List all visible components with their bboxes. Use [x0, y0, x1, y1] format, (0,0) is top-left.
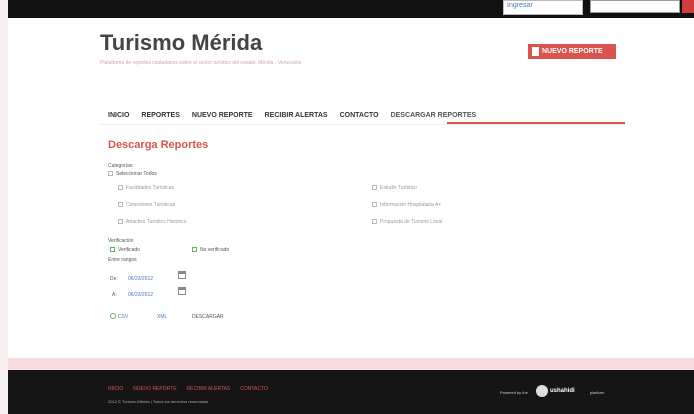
powered-by-label: Powered by the [500, 390, 528, 395]
nav-item-inicio[interactable]: INICIO [108, 110, 129, 121]
footer-link-inicio[interactable]: INICIO [108, 386, 123, 392]
csv-radio[interactable] [110, 313, 116, 319]
nav-item-recibir-alertas[interactable]: RECIBIR ALERTAS [265, 110, 328, 121]
category-label: Propuesta de Turismo Local [380, 219, 443, 225]
verification-label: Verificación [108, 238, 134, 244]
category-label: Conexiones Turísticas [126, 202, 176, 208]
footer-link-recibir-alertas[interactable]: RECIBIR ALERTAS [187, 386, 231, 392]
category-checkbox[interactable] [372, 219, 377, 224]
content-bottom-strip [8, 358, 694, 370]
categories-label: Categorías [108, 163, 133, 169]
section-title: Descarga Reportes [108, 139, 209, 151]
new-report-label: NUEVO REPORTE [542, 48, 603, 55]
verified-label: Verificado [118, 247, 140, 253]
category-label: Estudio Turístico [380, 185, 417, 191]
calendar-icon[interactable] [178, 287, 186, 295]
search-input[interactable] [590, 0, 680, 13]
date-range-label: Entre rangos [108, 257, 137, 263]
category-label: Facilidades Turísticas [126, 185, 175, 191]
category-checkbox[interactable] [118, 185, 123, 190]
nav-active-indicator [447, 122, 625, 124]
category-checkbox[interactable] [372, 185, 377, 190]
main-nav: INICIO REPORTES NUEVO REPORTE RECIBIR AL… [108, 107, 476, 123]
select-all-checkbox[interactable] [108, 171, 113, 176]
csv-option[interactable]: CSV [118, 314, 128, 320]
document-icon [532, 47, 539, 56]
nav-item-nuevo-reporte[interactable]: NUEVO REPORTE [192, 110, 253, 121]
from-label: De: [110, 276, 118, 282]
nav-item-descargar-reportes[interactable]: DESCARGAR REPORTES [391, 110, 477, 121]
category-label: Información Hospitalaria A+ [380, 202, 442, 208]
ushahidi-logo-text[interactable]: ushahidi [550, 388, 575, 394]
search-button[interactable] [682, 0, 694, 13]
page-content [8, 18, 694, 358]
new-report-button[interactable]: NUEVO REPORTE [528, 44, 616, 59]
category-label: Atractivo Turístico Histórico [126, 219, 187, 225]
category-checkbox[interactable] [118, 202, 123, 207]
ushahidi-logo-icon[interactable] [536, 385, 548, 397]
unverified-checkbox[interactable] [192, 247, 197, 252]
footer-link-nuevo-reporte[interactable]: NUEVO REPORTE [133, 386, 176, 392]
category-checkbox[interactable] [372, 202, 377, 207]
powered-by-tail: platform [590, 390, 605, 395]
from-date-input[interactable]: 06/23/2012 [128, 276, 153, 282]
unverified-label: No verificado [200, 247, 230, 253]
footer-link-contacto[interactable]: CONTACTO [240, 386, 268, 392]
to-date-input[interactable]: 06/23/2012 [128, 292, 153, 298]
nav-item-contacto[interactable]: CONTACTO [340, 110, 379, 121]
footer-copyright: 2012 © Turismo Mérida | Todos los derech… [108, 399, 209, 404]
login-link[interactable]: Ingresar [503, 0, 583, 15]
site-title[interactable]: Turismo Mérida [100, 30, 262, 56]
site-tagline: Plataforma de reportes ciudadanos sobre … [100, 60, 302, 66]
category-checkbox[interactable] [118, 219, 123, 224]
xml-option[interactable]: XML [157, 314, 167, 320]
to-label: A: [112, 292, 117, 298]
verified-checkbox[interactable] [110, 247, 115, 252]
select-all-label: Seleccionar Todos [116, 171, 157, 177]
nav-divider [100, 124, 625, 125]
calendar-icon[interactable] [178, 271, 186, 279]
download-button[interactable]: DESCARGAR [192, 314, 224, 320]
nav-item-reportes[interactable]: REPORTES [141, 110, 180, 121]
footer-links: INICIO NUEVO REPORTE RECIBIR ALERTAS CON… [108, 386, 268, 392]
